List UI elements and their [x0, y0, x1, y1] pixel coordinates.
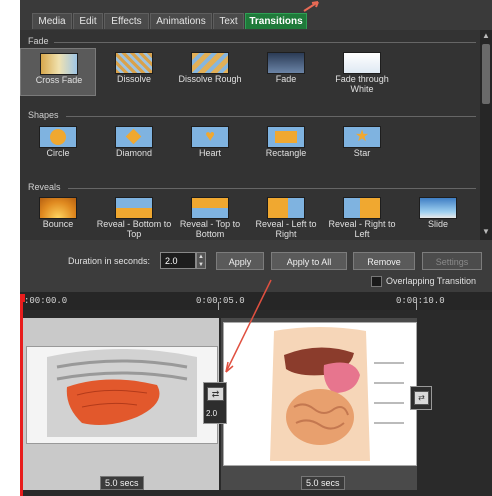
transition-fade[interactable]: Fade — [248, 48, 324, 96]
transition-heart[interactable]: ♥ Heart — [172, 122, 248, 170]
transition-slide[interactable]: Slide — [400, 193, 476, 241]
liver-image — [26, 346, 218, 444]
video-editor-window: Media Edit Effects Animations Text Trans… — [20, 0, 492, 496]
transition-label: Slide — [427, 219, 448, 229]
circle-icon — [39, 126, 77, 148]
transition-star[interactable]: ★ Star — [324, 122, 400, 170]
transition-label: Reveal - Bottom to Top — [96, 219, 172, 239]
scroll-up-icon[interactable]: ▲ — [482, 32, 490, 40]
transition-bounce[interactable]: Bounce — [20, 193, 96, 241]
transition-label: Reveal - Right to Left — [328, 219, 396, 239]
apply-to-all-button[interactable]: Apply to All — [271, 252, 347, 270]
scrollbar-thumb[interactable] — [482, 44, 490, 104]
playhead[interactable] — [20, 298, 23, 496]
divider — [54, 42, 476, 43]
transition-dissolve-rough[interactable]: Dissolve Rough — [172, 48, 248, 96]
fade-icon — [267, 52, 305, 74]
rectangle-icon — [267, 126, 305, 148]
panel-scrollbar[interactable]: ▲ ▼ — [480, 30, 492, 240]
transition-label: Dissolve — [116, 74, 151, 84]
clip-liver[interactable] — [23, 318, 219, 490]
transition-label: Heart — [198, 148, 221, 158]
annotation-arrow-icon — [303, 1, 319, 12]
transition-label: Cross Fade — [35, 75, 83, 85]
transition-label: Fade — [275, 74, 297, 84]
overlapping-checkbox[interactable] — [371, 276, 382, 287]
overlapping-label: Overlapping Transition — [386, 276, 477, 286]
dissolve-rough-icon — [191, 52, 229, 74]
section-title-shapes: Shapes — [28, 110, 59, 120]
transitions-panel: Fade Cross Fade Dissolve Dissolve Rough … — [20, 30, 480, 240]
transition-icon: ⇄ — [207, 387, 224, 401]
transition-diamond[interactable]: Diamond — [96, 122, 172, 170]
transition-reveal-left-right[interactable]: Reveal - Left to Right — [248, 193, 324, 241]
transition-label: Reveal - Top to Bottom — [179, 219, 241, 239]
transition-label: Reveal - Left to Right — [255, 219, 317, 239]
duration-stepper[interactable]: ▲ ▼ — [196, 252, 206, 269]
transition-dissolve[interactable]: Dissolve — [96, 48, 172, 96]
transition-duration: 2.0 — [206, 409, 218, 418]
duration-label: Duration in seconds: — [68, 256, 151, 266]
transition-label: Bounce — [42, 219, 74, 229]
section-title-fade: Fade — [28, 36, 49, 46]
fade-white-icon — [343, 52, 381, 74]
transition-circle[interactable]: Circle — [20, 122, 96, 170]
transition-label: Star — [353, 148, 371, 158]
tab-text[interactable]: Text — [213, 13, 244, 29]
tab-transitions[interactable]: Transitions — [245, 13, 307, 29]
dissolve-icon — [115, 52, 153, 74]
transition-rectangle[interactable]: Rectangle — [248, 122, 324, 170]
transition-label: Circle — [46, 148, 70, 158]
reveal-bottom-top-icon — [115, 197, 153, 219]
tab-effects[interactable]: Effects — [104, 13, 149, 29]
transition-marker[interactable]: ⇄ 2.0 — [203, 382, 227, 424]
transition-cross-fade[interactable]: Cross Fade — [20, 48, 96, 96]
transition-marker-end[interactable]: ⇄ — [410, 386, 432, 410]
annotation-arrow-icon — [225, 279, 272, 373]
bounce-icon — [39, 197, 77, 219]
slide-icon — [419, 197, 457, 219]
ruler-label: :00:00.0 — [24, 296, 68, 306]
clip-duration-badge: 5.0 secs — [100, 476, 144, 490]
section-title-reveals: Reveals — [28, 182, 61, 192]
transition-label: Diamond — [115, 148, 153, 158]
settings-button[interactable]: Settings — [422, 252, 482, 270]
scroll-down-icon[interactable]: ▼ — [482, 228, 490, 236]
heart-icon: ♥ — [191, 126, 229, 148]
liver-illustration — [27, 347, 217, 443]
reveal-right-left-icon — [343, 197, 381, 219]
duration-input[interactable]: 2.0 — [160, 252, 196, 269]
diamond-icon — [115, 126, 153, 148]
transition-icon: ⇄ — [414, 391, 429, 405]
transition-label: Fade through White — [335, 74, 389, 94]
tab-edit[interactable]: Edit — [73, 13, 103, 29]
transition-fade-through-white[interactable]: Fade through White — [324, 48, 400, 96]
ruler-label: 0:00:10.0 — [396, 296, 445, 306]
transition-reveal-bottom-top[interactable]: Reveal - Bottom to Top — [96, 193, 172, 241]
star-icon: ★ — [343, 126, 381, 148]
clip-duration-badge: 5.0 secs — [301, 476, 345, 490]
tab-media[interactable]: Media — [32, 13, 72, 29]
cross-fade-icon — [40, 53, 78, 75]
divider — [66, 116, 476, 117]
transition-reveal-right-left[interactable]: Reveal - Right to Left — [324, 193, 400, 241]
remove-button[interactable]: Remove — [353, 252, 415, 270]
reveal-left-right-icon — [267, 197, 305, 219]
transition-label: Dissolve Rough — [178, 74, 242, 84]
tab-animations[interactable]: Animations — [150, 13, 212, 29]
divider — [68, 188, 476, 189]
reveal-top-bottom-icon — [191, 197, 229, 219]
transition-reveal-top-bottom[interactable]: Reveal - Top to Bottom — [172, 193, 248, 241]
tab-bar: Media Edit Effects Animations Text Trans… — [20, 0, 492, 30]
transition-label: Rectangle — [265, 148, 307, 158]
apply-button[interactable]: Apply — [216, 252, 264, 270]
